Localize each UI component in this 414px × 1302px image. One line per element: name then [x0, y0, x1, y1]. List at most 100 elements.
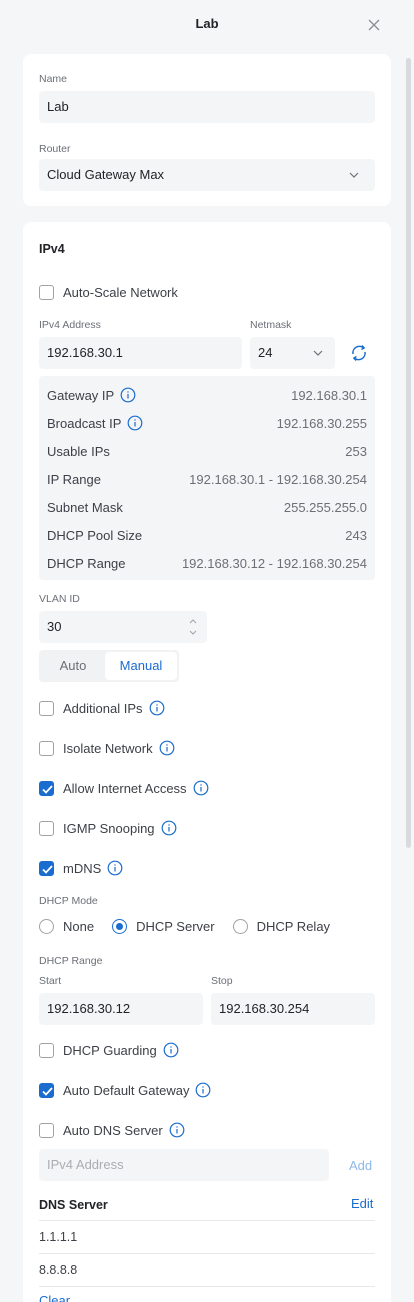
dhcp-mode-group: None DHCP Server DHCP Relay: [39, 917, 348, 935]
stat-label: DHCP Range: [47, 555, 126, 571]
dhcp-guarding-label: DHCP Guarding: [63, 1042, 157, 1058]
check-icon: [42, 864, 53, 874]
dhcp-stop-label: Stop: [211, 975, 233, 987]
additional-ips-checkbox[interactable]: [39, 700, 54, 716]
auto-dns-server-option[interactable]: Auto DNS Server: [39, 1121, 185, 1139]
auto-dns-server-label: Auto DNS Server: [63, 1122, 163, 1138]
mdns-checkbox[interactable]: [39, 860, 54, 876]
stat-row-ip-range: IP Range 192.168.30.1 - 192.168.30.254: [47, 470, 367, 488]
dns-server-item: 8.8.8.8: [39, 1253, 375, 1285]
router-select[interactable]: Cloud Gateway Max: [39, 159, 375, 191]
mdns-option[interactable]: mDNS: [39, 859, 123, 877]
isolate-network-checkbox[interactable]: [39, 740, 54, 756]
vlan-mode-manual-button[interactable]: Manual: [105, 652, 177, 680]
ipv4-address-field[interactable]: 192.168.30.1: [39, 337, 242, 369]
info-icon[interactable]: [149, 700, 165, 716]
check-icon: [42, 1086, 53, 1096]
stat-value: 192.168.30.255: [276, 415, 367, 431]
info-icon[interactable]: [163, 1042, 179, 1058]
vlan-mode-toggle: Auto Manual: [39, 650, 179, 682]
network-summary: Gateway IP 192.168.30.1 Broadcast IP 192…: [39, 376, 375, 580]
auto-scale-network-option[interactable]: Auto-Scale Network: [39, 283, 178, 301]
router-label: Router: [39, 143, 71, 155]
dns-server-item: 1.1.1.1: [39, 1220, 375, 1252]
dhcp-guarding-checkbox[interactable]: [39, 1042, 54, 1058]
netmask-select[interactable]: 24: [250, 337, 335, 369]
chevron-up-icon[interactable]: [189, 619, 197, 624]
stat-label: Subnet Mask: [47, 499, 123, 515]
auto-scale-label: Auto-Scale Network: [63, 284, 178, 300]
vlan-id-value: 30: [47, 619, 62, 634]
ipv4-heading: IPv4: [39, 242, 65, 256]
allow-internet-access-checkbox[interactable]: [39, 780, 54, 796]
stat-row-dhcp-range: DHCP Range 192.168.30.12 - 192.168.30.25…: [47, 554, 367, 572]
dhcp-mode-relay-label[interactable]: DHCP Relay: [257, 919, 330, 934]
vlan-mode-auto-button[interactable]: Auto: [41, 652, 105, 680]
stat-label: Broadcast IP: [47, 415, 122, 431]
info-icon[interactable]: [159, 740, 175, 756]
info-icon[interactable]: [127, 415, 143, 431]
additional-ips-option[interactable]: Additional IPs: [39, 699, 165, 717]
vlan-id-field[interactable]: 30: [39, 611, 207, 643]
igmp-snooping-checkbox[interactable]: [39, 820, 54, 836]
check-icon: [42, 784, 53, 794]
stat-row-broadcast-ip: Broadcast IP 192.168.30.255: [47, 414, 367, 432]
stat-row-subnet-mask: Subnet Mask 255.255.255.0: [47, 498, 367, 516]
close-icon[interactable]: [368, 19, 380, 31]
stat-value: 243: [345, 527, 367, 543]
dhcp-stop-field[interactable]: 192.168.30.254: [211, 993, 375, 1025]
dns-address-input[interactable]: IPv4 Address: [39, 1149, 329, 1181]
chevron-down-icon: [313, 350, 323, 356]
dhcp-mode-relay-radio[interactable]: [232, 918, 248, 934]
stat-label: Gateway IP: [47, 387, 115, 403]
chevron-down-icon[interactable]: [189, 630, 197, 635]
stat-row-gateway-ip: Gateway IP 192.168.30.1: [47, 386, 367, 404]
add-dns-button[interactable]: Add: [349, 1158, 372, 1173]
stat-value: 192.168.30.12 - 192.168.30.254: [181, 555, 367, 571]
auto-dns-server-checkbox[interactable]: [39, 1122, 54, 1138]
stat-row-dhcp-pool-size: DHCP Pool Size 243: [47, 526, 367, 544]
isolate-network-option[interactable]: Isolate Network: [39, 739, 175, 757]
stat-value: 253: [345, 443, 367, 459]
edit-dns-button[interactable]: Edit: [351, 1196, 373, 1211]
dhcp-guarding-option[interactable]: DHCP Guarding: [39, 1041, 179, 1059]
scrollbar[interactable]: [406, 58, 411, 848]
dhcp-start-field[interactable]: 192.168.30.12: [39, 993, 203, 1025]
dhcp-mode-none-label[interactable]: None: [63, 919, 94, 934]
auto-scale-checkbox[interactable]: [39, 284, 54, 300]
isolate-network-label: Isolate Network: [63, 740, 153, 756]
vlan-id-label: VLAN ID: [39, 593, 80, 605]
info-icon[interactable]: [193, 780, 209, 796]
netmask-value: 24: [258, 345, 273, 360]
stat-label: DHCP Pool Size: [47, 527, 143, 543]
info-icon[interactable]: [107, 860, 123, 876]
dialog-title: Lab: [195, 16, 219, 31]
network-card: IPv4 Auto-Scale Network IPv4 Address 192…: [23, 222, 391, 1302]
ipv4-address-label: IPv4 Address: [39, 319, 101, 331]
info-icon[interactable]: [161, 820, 177, 836]
name-field[interactable]: Lab: [39, 91, 375, 123]
refresh-icon[interactable]: [349, 343, 369, 363]
general-card: Name Lab Router Cloud Gateway Max: [23, 54, 391, 206]
igmp-snooping-option[interactable]: IGMP Snooping: [39, 819, 177, 837]
dialog-header: Lab: [0, 0, 414, 50]
dns-server-title: DNS Server: [39, 1198, 108, 1212]
dhcp-mode-server-radio[interactable]: [112, 918, 128, 934]
auto-default-gateway-checkbox[interactable]: [39, 1082, 54, 1098]
dhcp-mode-none-radio[interactable]: [39, 918, 54, 934]
allow-internet-access-option[interactable]: Allow Internet Access: [39, 779, 209, 797]
stat-row-usable-ips: Usable IPs 253: [47, 442, 367, 460]
info-icon[interactable]: [195, 1082, 211, 1098]
stat-label: Usable IPs: [47, 443, 110, 459]
chevron-down-icon: [349, 172, 359, 178]
clear-dns-button[interactable]: Clear: [39, 1293, 70, 1302]
mdns-label: mDNS: [63, 860, 102, 876]
name-label: Name: [39, 73, 68, 85]
dhcp-mode-server-label[interactable]: DHCP Server: [136, 919, 215, 934]
info-icon[interactable]: [169, 1122, 185, 1138]
auto-default-gateway-label: Auto Default Gateway: [63, 1082, 190, 1098]
stat-value: 192.168.30.1: [291, 387, 367, 403]
info-icon[interactable]: [120, 387, 136, 403]
auto-default-gateway-option[interactable]: Auto Default Gateway: [39, 1081, 211, 1099]
stat-value: 255.255.255.0: [283, 499, 367, 515]
